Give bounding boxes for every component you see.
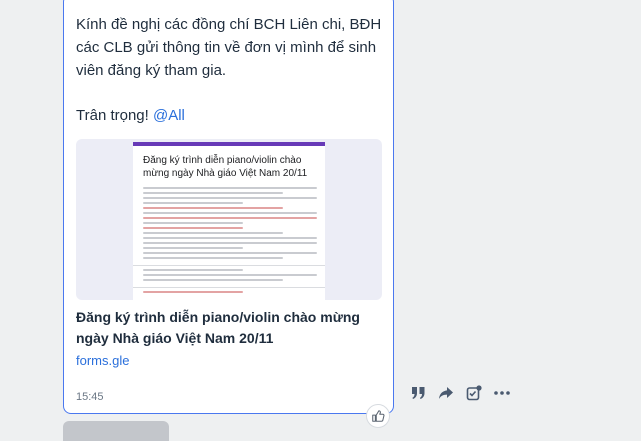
form-thumbnail: Đăng ký trình diễn piano/violin chào mừn… (133, 142, 325, 300)
add-task-icon (466, 385, 482, 401)
share-icon (439, 387, 453, 399)
reaction-button[interactable] (366, 404, 390, 428)
link-title[interactable]: Đăng ký trình diễn piano/violin chào mừn… (76, 307, 376, 349)
closing-text: Trân trọng! (76, 107, 149, 124)
mention-all[interactable]: @All (153, 107, 185, 124)
message-closing: Trân trọng! @All (76, 104, 386, 127)
thumbs-up-icon (372, 410, 385, 422)
form-heading: Đăng ký trình diễn piano/violin chào mừn… (143, 155, 308, 179)
message-bubble: Kính đề nghị các đồng chí BCH Liên chi, … (63, 0, 394, 414)
more-button[interactable] (494, 385, 510, 401)
share-button[interactable] (438, 385, 454, 401)
more-icon (494, 391, 510, 395)
quote-icon (411, 387, 424, 399)
next-message-preview (63, 421, 169, 441)
add-task-button[interactable] (466, 385, 482, 401)
message-text: Kính đề nghị các đồng chí BCH Liên chi, … (76, 13, 386, 127)
link-domain[interactable]: forms.gle (76, 353, 129, 368)
link-preview-card[interactable]: Đăng ký trình diễn piano/violin chào mừn… (76, 139, 382, 300)
message-body: Kính đề nghị các đồng chí BCH Liên chi, … (76, 16, 382, 79)
message-time: 15:45 (76, 391, 104, 403)
quote-button[interactable] (410, 385, 426, 401)
message-actions (410, 383, 510, 403)
